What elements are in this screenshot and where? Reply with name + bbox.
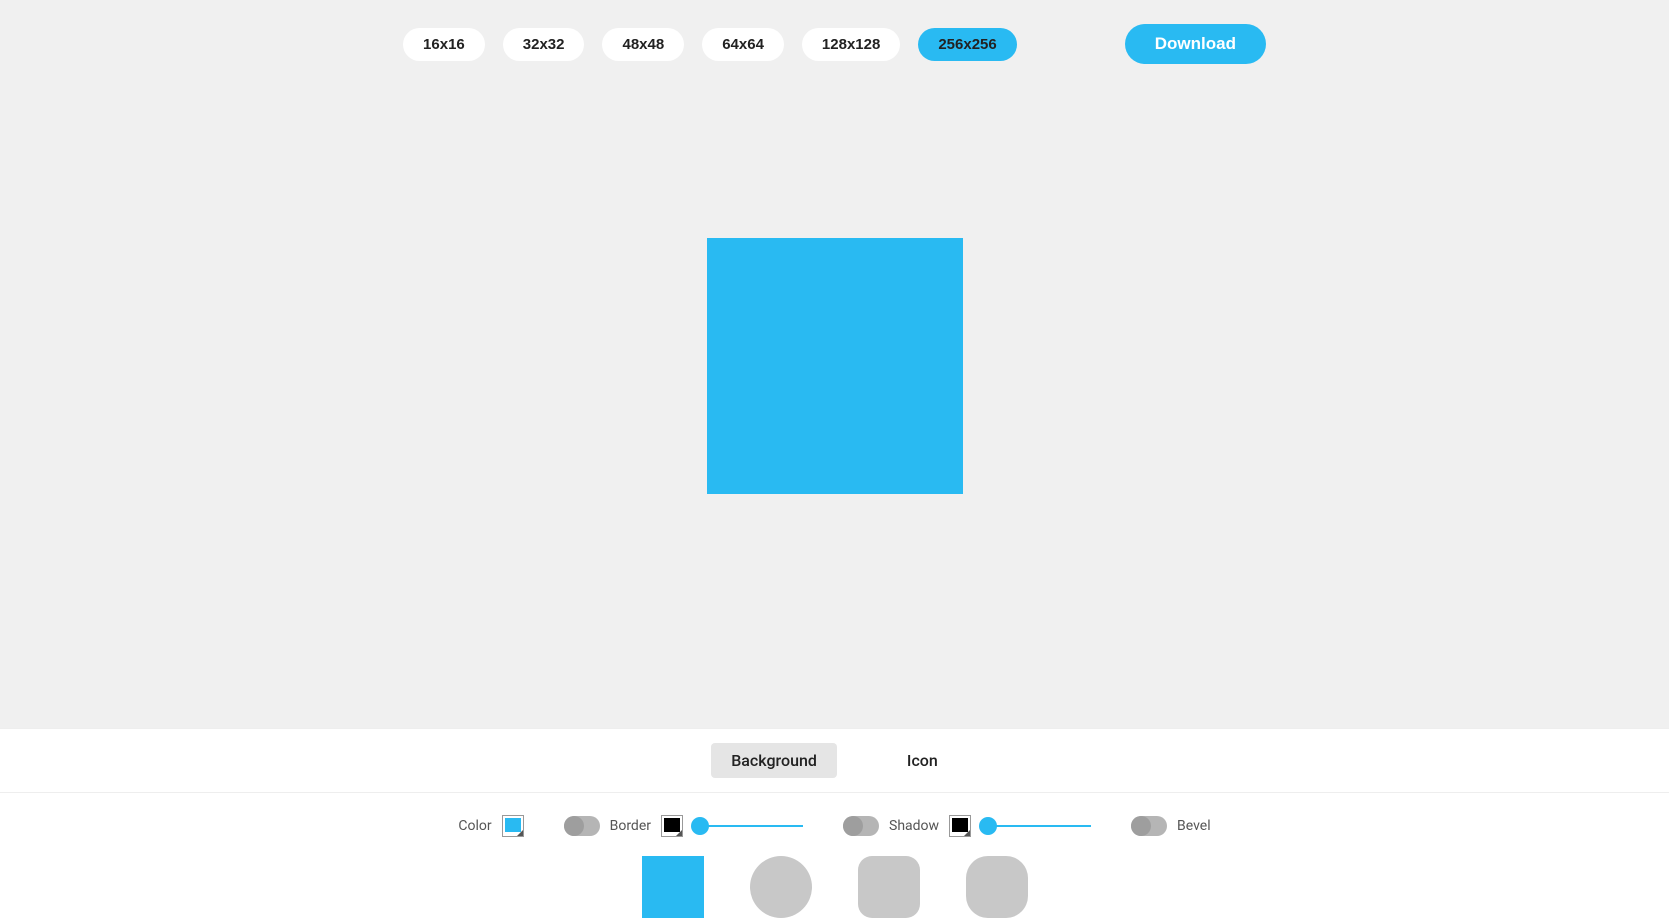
bottom-panel: Background Icon Color Border	[0, 728, 1669, 923]
color-label: Color	[458, 818, 491, 834]
shape-rounded[interactable]	[857, 855, 921, 919]
canvas-area	[0, 64, 1669, 728]
bevel-label: Bevel	[1177, 818, 1211, 834]
border-slider[interactable]	[693, 816, 803, 836]
bevel-toggle[interactable]	[1131, 816, 1167, 836]
panel-tabs: Background Icon	[0, 729, 1669, 793]
top-bar: 16x16 32x32 48x48 64x64 128x128 256x256 …	[0, 0, 1669, 64]
controls-row: Color Border Shadow	[0, 793, 1669, 855]
shape-rounded-more[interactable]	[965, 855, 1029, 919]
swatch-corner-icon	[964, 830, 970, 836]
circle-icon	[750, 856, 812, 918]
size-option-16[interactable]: 16x16	[403, 28, 485, 61]
shape-circle[interactable]	[749, 855, 813, 919]
slider-thumb-icon	[691, 817, 709, 835]
size-option-48[interactable]: 48x48	[602, 28, 684, 61]
toggle-knob-icon	[843, 816, 863, 836]
border-control: Border	[564, 815, 803, 837]
shadow-toggle[interactable]	[843, 816, 879, 836]
shadow-slider[interactable]	[981, 816, 1091, 836]
color-swatch[interactable]	[502, 815, 524, 837]
slider-track	[693, 825, 803, 827]
shape-square[interactable]	[641, 855, 705, 919]
border-label: Border	[610, 818, 651, 834]
slider-thumb-icon	[979, 817, 997, 835]
size-option-32[interactable]: 32x32	[503, 28, 585, 61]
square-icon	[642, 856, 704, 918]
shadow-control: Shadow	[843, 815, 1091, 837]
size-option-128[interactable]: 128x128	[802, 28, 900, 61]
swatch-corner-icon	[517, 830, 523, 836]
slider-track	[981, 825, 1091, 827]
toggle-knob-icon	[1131, 816, 1151, 836]
size-option-64[interactable]: 64x64	[702, 28, 784, 61]
border-toggle[interactable]	[564, 816, 600, 836]
size-option-256[interactable]: 256x256	[918, 28, 1016, 61]
size-options: 16x16 32x32 48x48 64x64 128x128 256x256	[403, 28, 1017, 61]
border-color-swatch[interactable]	[661, 815, 683, 837]
toggle-knob-icon	[564, 816, 584, 836]
tab-background[interactable]: Background	[711, 743, 837, 778]
squircle-icon	[966, 856, 1028, 918]
tab-icon[interactable]: Icon	[887, 743, 958, 778]
download-button[interactable]: Download	[1125, 24, 1266, 64]
color-control: Color	[458, 815, 523, 837]
shadow-color-swatch[interactable]	[949, 815, 971, 837]
rounded-square-icon	[858, 856, 920, 918]
swatch-corner-icon	[676, 830, 682, 836]
shadow-label: Shadow	[889, 818, 939, 834]
icon-preview	[707, 238, 963, 494]
shape-options	[0, 855, 1669, 923]
bevel-control: Bevel	[1131, 816, 1211, 836]
